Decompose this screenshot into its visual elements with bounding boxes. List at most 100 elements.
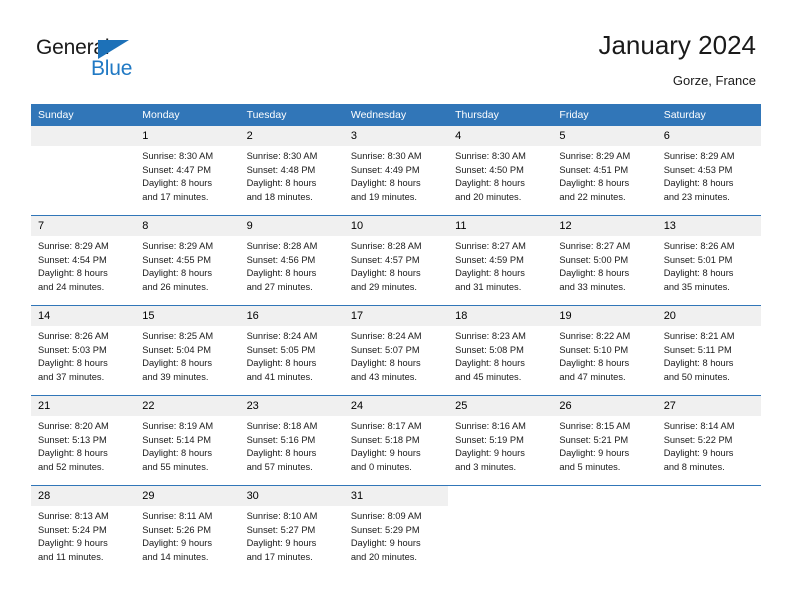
sunrise-text: Sunrise: 8:14 AM (663, 421, 735, 431)
calendar-day-cell[interactable] (448, 485, 553, 575)
calendar-day-cell[interactable]: 26 Sunrise: 8:15 AM Sunset: 5:21 PM Dayligh… (552, 395, 657, 486)
daylight-text-cont: and 18 minutes. (246, 191, 313, 202)
day-number: 25 (448, 396, 553, 416)
day-details: Sunrise: 8:30 AM Sunset: 4:48 PM Daylight:… (240, 146, 344, 204)
calendar-day-cell[interactable]: 2 Sunrise: 8:30 AM Sunset: 4:48 PM Daylight… (239, 126, 344, 216)
day-cell-content: 24 Sunrise: 8:17 AM Sunset: 5:18 PM Dayligh… (343, 396, 449, 485)
day-cell-content: 21 Sunrise: 8:20 AM Sunset: 5:13 PM Dayligh… (31, 396, 136, 485)
calendar-day-cell[interactable]: 27 Sunrise: 8:14 AM Sunset: 5:22 PM Dayligh… (656, 395, 761, 486)
calendar-day-cell[interactable]: 17 Sunrise: 8:24 AM Sunset: 5:07 PM Dayligh… (343, 305, 449, 396)
weekday-header-friday: Friday (552, 104, 657, 126)
day-details: Sunrise: 8:30 AM Sunset: 4:47 PM Daylight:… (135, 146, 239, 204)
day-cell-content: 3 Sunrise: 8:30 AM Sunset: 4:49 PM Daylight… (343, 126, 449, 215)
sunrise-text: Sunrise: 8:30 AM (455, 151, 526, 161)
day-number: 22 (135, 396, 240, 416)
daylight-text-cont: and 5 minutes. (559, 461, 621, 472)
day-details: Sunrise: 8:29 AM Sunset: 4:51 PM Daylight:… (552, 146, 656, 204)
calendar-day-cell[interactable]: 20 Sunrise: 8:21 AM Sunset: 5:11 PM Dayligh… (656, 305, 761, 396)
calendar-day-cell[interactable]: 7 Sunrise: 8:29 AM Sunset: 4:54 PM Daylight… (31, 215, 136, 306)
sunrise-text: Sunrise: 8:29 AM (38, 241, 109, 251)
day-cell-content (31, 126, 136, 215)
calendar-day-cell[interactable]: 13 Sunrise: 8:26 AM Sunset: 5:01 PM Dayligh… (656, 215, 761, 306)
day-details: Sunrise: 8:29 AM Sunset: 4:53 PM Daylight:… (657, 146, 761, 204)
calendar-day-cell[interactable]: 6 Sunrise: 8:29 AM Sunset: 4:53 PM Daylight… (656, 126, 761, 216)
day-number: 24 (343, 396, 449, 416)
day-number: 23 (239, 396, 344, 416)
calendar-day-cell[interactable]: 15 Sunrise: 8:25 AM Sunset: 5:04 PM Dayligh… (135, 305, 240, 396)
daylight-text: Daylight: 8 hours (38, 448, 108, 459)
day-cell-content: 13 Sunrise: 8:26 AM Sunset: 5:01 PM Dayligh… (656, 216, 761, 305)
general-blue-logo[interactable]: General Blue (36, 36, 216, 88)
sunrise-text: Sunrise: 8:10 AM (246, 511, 318, 521)
calendar-day-cell[interactable] (656, 485, 761, 575)
calendar-day-cell[interactable]: 25 Sunrise: 8:16 AM Sunset: 5:19 PM Dayligh… (448, 395, 553, 486)
day-number: 11 (448, 216, 553, 236)
sunrise-text: Sunrise: 8:11 AM (142, 511, 213, 521)
calendar-day-cell[interactable]: 18 Sunrise: 8:23 AM Sunset: 5:08 PM Dayligh… (448, 305, 553, 396)
day-number: 31 (343, 486, 449, 506)
sunset-text: Sunset: 5:08 PM (455, 344, 524, 355)
day-number: 6 (656, 126, 761, 146)
day-details: Sunrise: 8:09 AM Sunset: 5:29 PM Daylight:… (344, 506, 448, 564)
calendar-day-cell[interactable]: 30 Sunrise: 8:10 AM Sunset: 5:27 PM Dayligh… (239, 485, 344, 575)
calendar-day-cell[interactable]: 12 Sunrise: 8:27 AM Sunset: 5:00 PM Dayligh… (552, 215, 657, 306)
sunset-text: Sunset: 5:19 PM (455, 434, 524, 445)
sunset-text: Sunset: 5:05 PM (246, 344, 316, 355)
calendar-day-cell[interactable] (552, 485, 657, 575)
calendar-day-cell[interactable]: 3 Sunrise: 8:30 AM Sunset: 4:49 PM Daylight… (343, 126, 449, 216)
calendar-week-row: 14 Sunrise: 8:26 AM Sunset: 5:03 PM Dayligh… (31, 305, 761, 396)
calendar-day-cell[interactable]: 9 Sunrise: 8:28 AM Sunset: 4:56 PM Daylight… (239, 215, 344, 306)
calendar-day-cell[interactable]: 1 Sunrise: 8:30 AM Sunset: 4:47 PM Daylight… (135, 126, 240, 216)
calendar-day-cell[interactable]: 22 Sunrise: 8:19 AM Sunset: 5:14 PM Dayligh… (135, 395, 240, 486)
day-number: 5 (552, 126, 657, 146)
daylight-text: Daylight: 9 hours (142, 538, 213, 549)
day-details: Sunrise: 8:14 AM Sunset: 5:22 PM Daylight:… (657, 416, 761, 474)
sunrise-text: Sunrise: 8:29 AM (663, 151, 735, 161)
day-number: 18 (448, 306, 553, 326)
calendar-table: Sunday Monday Tuesday Wednesday Thursday… (31, 104, 761, 575)
sunrise-text: Sunrise: 8:19 AM (142, 421, 214, 431)
calendar-day-cell[interactable]: 5 Sunrise: 8:29 AM Sunset: 4:51 PM Daylight… (552, 126, 657, 216)
day-details (31, 146, 135, 150)
calendar-day-cell[interactable]: 16 Sunrise: 8:24 AM Sunset: 5:05 PM Dayligh… (239, 305, 344, 396)
calendar-day-cell[interactable]: 24 Sunrise: 8:17 AM Sunset: 5:18 PM Dayligh… (343, 395, 449, 486)
daylight-text: Daylight: 8 hours (350, 268, 421, 279)
day-details: Sunrise: 8:27 AM Sunset: 4:59 PM Daylight:… (448, 236, 552, 294)
sunset-text: Sunset: 5:13 PM (38, 434, 107, 445)
weekday-header-wednesday: Wednesday (343, 104, 449, 126)
daylight-text: Daylight: 8 hours (38, 268, 108, 279)
calendar-day-cell[interactable] (31, 126, 136, 216)
calendar-day-cell[interactable]: 14 Sunrise: 8:26 AM Sunset: 5:03 PM Dayligh… (31, 305, 136, 396)
calendar-day-cell[interactable]: 28 Sunrise: 8:13 AM Sunset: 5:24 PM Dayligh… (31, 485, 136, 575)
daylight-text-cont: and 31 minutes. (455, 281, 522, 292)
daylight-text-cont: and 35 minutes. (663, 281, 730, 292)
day-cell-content: 10 Sunrise: 8:28 AM Sunset: 4:57 PM Dayligh… (343, 216, 449, 305)
calendar-day-cell[interactable]: 4 Sunrise: 8:30 AM Sunset: 4:50 PM Daylight… (448, 126, 553, 216)
daylight-text-cont: and 27 minutes. (246, 281, 313, 292)
day-number: 10 (343, 216, 449, 236)
sunset-text: Sunset: 5:29 PM (350, 524, 420, 535)
day-number: 9 (239, 216, 344, 236)
daylight-text-cont: and 57 minutes. (246, 461, 313, 472)
sunset-text: Sunset: 5:27 PM (246, 524, 316, 535)
sunrise-text: Sunrise: 8:29 AM (559, 151, 631, 161)
sunset-text: Sunset: 5:03 PM (38, 344, 107, 355)
calendar-day-cell[interactable]: 23 Sunrise: 8:18 AM Sunset: 5:16 PM Dayligh… (239, 395, 344, 486)
calendar-day-cell[interactable]: 21 Sunrise: 8:20 AM Sunset: 5:13 PM Dayligh… (31, 395, 136, 486)
calendar-day-cell[interactable]: 31 Sunrise: 8:09 AM Sunset: 5:29 PM Dayligh… (343, 485, 449, 575)
day-details: Sunrise: 8:19 AM Sunset: 5:14 PM Daylight:… (135, 416, 239, 474)
calendar-day-cell[interactable]: 29 Sunrise: 8:11 AM Sunset: 5:26 PM Dayligh… (135, 485, 240, 575)
sunrise-text: Sunrise: 8:30 AM (246, 151, 318, 161)
sunrise-text: Sunrise: 8:22 AM (559, 331, 631, 341)
day-cell-content: 9 Sunrise: 8:28 AM Sunset: 4:56 PM Daylight… (239, 216, 344, 305)
calendar-day-cell[interactable]: 10 Sunrise: 8:28 AM Sunset: 4:57 PM Dayligh… (343, 215, 449, 306)
calendar-day-cell[interactable]: 11 Sunrise: 8:27 AM Sunset: 4:59 PM Dayligh… (448, 215, 553, 306)
day-details: Sunrise: 8:30 AM Sunset: 4:49 PM Daylight:… (344, 146, 448, 204)
calendar-day-cell[interactable]: 8 Sunrise: 8:29 AM Sunset: 4:55 PM Daylight… (135, 215, 240, 306)
calendar-day-cell[interactable]: 19 Sunrise: 8:22 AM Sunset: 5:10 PM Dayligh… (552, 305, 657, 396)
day-details: Sunrise: 8:13 AM Sunset: 5:24 PM Daylight:… (31, 506, 135, 564)
sunrise-text: Sunrise: 8:27 AM (559, 241, 631, 251)
day-cell-content: 23 Sunrise: 8:18 AM Sunset: 5:16 PM Dayligh… (239, 396, 344, 485)
sunset-text: Sunset: 5:00 PM (559, 254, 629, 265)
daylight-text-cont: and 26 minutes. (142, 281, 209, 292)
